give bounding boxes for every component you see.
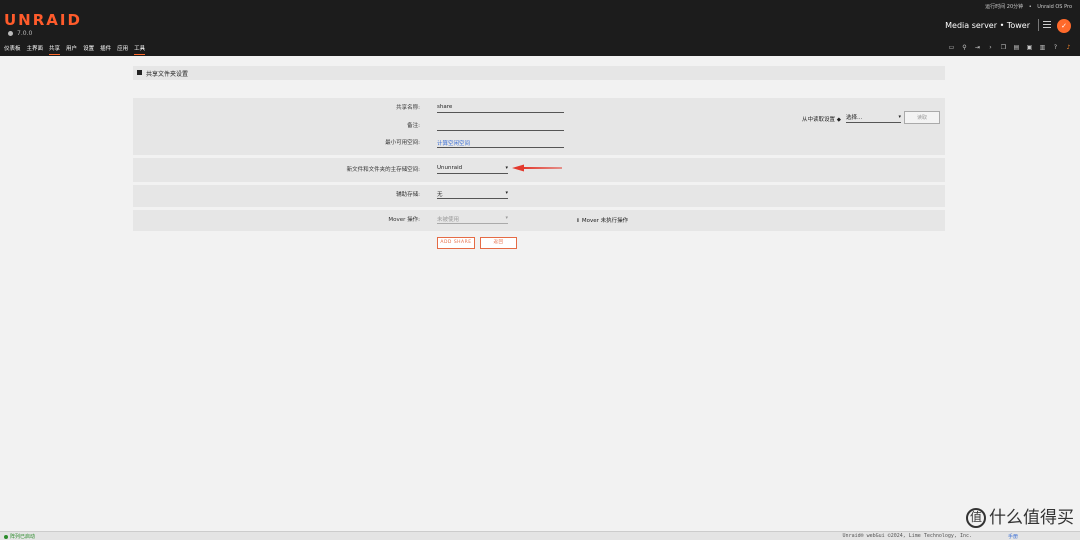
mover-info: i Mover 未执行操作 xyxy=(577,218,629,224)
status-icon xyxy=(4,534,8,539)
share-settings-panel-title: 共享文件夹设置 xyxy=(133,66,945,80)
bell-icon[interactable]: ♪ xyxy=(1065,44,1072,51)
watermark-logo-icon: 值 xyxy=(966,508,986,528)
mover-select: 未被使用 ▾ xyxy=(437,215,508,224)
mover-block xyxy=(133,210,945,231)
system-info: 运行时间 20分钟 • Unraid OS Pro xyxy=(985,4,1072,10)
footer: 阵列已启动 Unraid® webGui ©2024, Lime Technol… xyxy=(0,531,1080,540)
search-icon[interactable]: ⚲ xyxy=(961,44,968,51)
copy-from-select[interactable]: 选择... ▾ xyxy=(846,113,901,123)
red-arrow-annotation xyxy=(512,164,562,172)
mover-label: Mover 操作: xyxy=(388,217,420,223)
header-toolbar: ▭ ⚲ ⇥ › ❐ ▤ ▣ ▥ ? ♪ xyxy=(948,44,1072,51)
nav-plugins[interactable]: 插件 xyxy=(100,44,111,55)
feedback-icon[interactable]: ▤ xyxy=(1013,44,1020,51)
logout-icon[interactable]: ⇥ xyxy=(974,44,981,51)
secondary-storage-select[interactable]: 无 ▾ xyxy=(437,189,508,199)
comment-label: 备注: xyxy=(407,123,420,129)
info-icon[interactable]: ▥ xyxy=(1039,44,1046,51)
chevron-down-icon: ▾ xyxy=(898,114,901,120)
manual-link[interactable]: 手册 xyxy=(1008,533,1018,540)
share-name-input[interactable]: share xyxy=(437,103,564,113)
nav-dashboard[interactable]: 仪表板 xyxy=(4,44,21,55)
header-divider xyxy=(1038,19,1039,31)
monitor-icon[interactable]: ▣ xyxy=(1026,44,1033,51)
info-icon xyxy=(8,31,13,36)
primary-storage-select[interactable]: Ununraid ▾ xyxy=(437,164,508,174)
help-icon[interactable]: ? xyxy=(1052,44,1059,51)
arrow-left-icon: ◆ xyxy=(836,117,841,123)
main-nav: 仪表板 主界面 共享 用户 设置 插件 应用 工具 xyxy=(4,44,146,55)
nav-apps[interactable]: 应用 xyxy=(117,44,128,55)
stop-icon[interactable]: ▭ xyxy=(948,44,955,51)
array-status: 阵列已启动 xyxy=(4,533,35,540)
copyright: Unraid® webGui ©2024, Lime Technology, I… xyxy=(842,533,972,539)
nav-main[interactable]: 主界面 xyxy=(27,44,44,55)
info-icon: i xyxy=(577,218,579,224)
server-name: Media server • Tower xyxy=(945,21,1030,30)
min-free-label: 最小可用空间: xyxy=(385,140,420,146)
min-free-input[interactable]: 计算空闲空间 xyxy=(437,138,564,148)
share-name-label: 共享名称: xyxy=(396,105,420,111)
chevron-down-icon: ▾ xyxy=(505,165,508,171)
copy-from-label: 从中读取设置 ◆ xyxy=(802,117,841,123)
secondary-storage-label: 辅助存储: xyxy=(396,192,420,198)
copy-settings-button[interactable]: 读取 xyxy=(904,111,940,124)
copy-icon[interactable]: ❐ xyxy=(1000,44,1007,51)
back-icon[interactable] xyxy=(137,70,142,75)
nav-settings[interactable]: 设置 xyxy=(83,44,94,55)
nav-shares[interactable]: 共享 xyxy=(49,44,61,55)
chevron-down-icon: ▾ xyxy=(505,215,508,221)
menu-icon[interactable] xyxy=(1043,21,1051,29)
top-header: UNRAID 7.0.0 运行时间 20分钟 • Unraid OS Pro M… xyxy=(0,0,1080,56)
comment-input[interactable] xyxy=(437,121,564,131)
nav-users[interactable]: 用户 xyxy=(66,44,77,55)
nav-tools[interactable]: 工具 xyxy=(134,44,146,55)
watermark: 值什么值得买 xyxy=(966,503,1074,528)
terminal-icon[interactable]: › xyxy=(987,44,994,51)
primary-storage-label: 新文件和文件夹的主存储空间: xyxy=(346,167,420,173)
add-share-button[interactable]: ADD SHARE xyxy=(437,237,475,249)
panel-title: 共享文件夹设置 xyxy=(146,71,189,78)
chevron-down-icon: ▾ xyxy=(505,190,508,196)
unraid-logo[interactable]: UNRAID xyxy=(4,11,82,29)
secondary-storage-block xyxy=(133,185,945,207)
version-label: 7.0.0 xyxy=(8,30,32,37)
user-avatar[interactable]: ✓ xyxy=(1057,19,1071,33)
back-button[interactable]: 返回 xyxy=(480,237,517,249)
